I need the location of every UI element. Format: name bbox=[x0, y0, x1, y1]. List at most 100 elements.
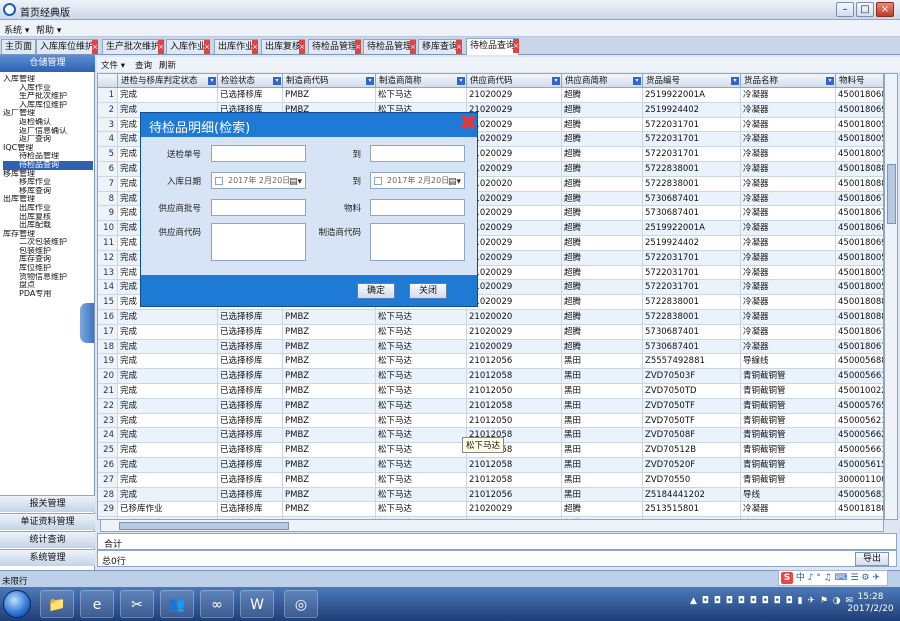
table-cell[interactable]: 4500180688 bbox=[836, 88, 883, 103]
close-icon[interactable]: × bbox=[355, 40, 362, 54]
table-cell[interactable]: 5730687401 bbox=[643, 339, 741, 355]
table-cell[interactable]: 冷凝器 bbox=[741, 191, 836, 207]
table-cell[interactable]: 21020029 bbox=[467, 132, 562, 148]
table-cell[interactable]: 已选择移库 bbox=[218, 428, 283, 444]
table-cell[interactable]: 21020029 bbox=[467, 102, 562, 118]
table-row[interactable]: 27 完成 已选择移库 PMBZ 松下马达 21012058 黑田 ZVD70550 青铜截铜管… bbox=[98, 472, 883, 488]
table-cell[interactable]: 21012056 bbox=[467, 487, 562, 503]
nav-item[interactable]: 返厂信息确认 bbox=[3, 127, 93, 136]
table-cell[interactable]: 黑田 bbox=[562, 428, 643, 444]
table-cell[interactable]: 冷凝器 bbox=[741, 176, 836, 192]
table-cell[interactable]: 青铜截铜管 bbox=[741, 458, 836, 473]
close-icon[interactable]: × bbox=[513, 39, 520, 53]
table-cell[interactable]: 21012058 bbox=[467, 369, 562, 384]
nav-item[interactable]: 库存查询 bbox=[3, 255, 93, 264]
table-row[interactable]: 21 完成 已选择移库 PMBZ 松下马达 21012050 黑田 ZVD7050TD 青铜截铜… bbox=[98, 384, 883, 399]
nav-item[interactable]: 盘点 bbox=[3, 281, 93, 290]
table-cell[interactable]: 冷凝器 bbox=[741, 310, 836, 325]
nav-item[interactable]: 返检确认 bbox=[3, 118, 93, 127]
nav-item[interactable]: 移库查询 bbox=[3, 187, 93, 196]
table-row[interactable]: 28 完成 已选择移库 PMBZ 松下马达 21012056 黑田 Z5184441202 导线… bbox=[98, 487, 883, 503]
table-cell[interactable]: 冷凝器 bbox=[741, 162, 836, 177]
table-cell[interactable]: 完成 bbox=[118, 88, 218, 103]
table-cell[interactable]: 21020029 bbox=[467, 502, 562, 518]
table-cell[interactable]: 松下马达 bbox=[376, 88, 467, 103]
table-cell[interactable]: 21020029 bbox=[467, 206, 562, 222]
filter-dropdown-icon[interactable]: ▾ bbox=[273, 77, 281, 85]
table-cell[interactable]: 黑田 bbox=[562, 398, 643, 414]
table-cell[interactable]: 2513515801 bbox=[643, 502, 741, 518]
table-cell[interactable]: 黑田 bbox=[562, 443, 643, 458]
table-cell[interactable]: 5722031701 bbox=[643, 265, 741, 281]
nav-item[interactable]: 待检品管理 bbox=[3, 152, 93, 161]
menu-help[interactable]: 帮助 ▾ bbox=[36, 23, 61, 36]
table-cell[interactable]: 4500056881 bbox=[836, 354, 883, 370]
column-header[interactable]: 货品名称 ▾ bbox=[741, 74, 836, 88]
table-cell[interactable]: 4500180884 bbox=[836, 162, 883, 177]
nav-item[interactable]: 出库配载 bbox=[3, 221, 93, 230]
table-cell[interactable]: 完成 bbox=[118, 458, 218, 473]
column-header[interactable]: 制造商简称 ▾ bbox=[376, 74, 467, 88]
nav-item[interactable]: 待检品查询 bbox=[3, 160, 93, 170]
table-cell[interactable]: 冷凝器 bbox=[741, 250, 836, 266]
table-cell[interactable]: 冷凝器 bbox=[741, 295, 836, 310]
nav-item[interactable]: 二次包装维护 bbox=[3, 238, 93, 247]
ie-icon[interactable]: e bbox=[80, 590, 114, 618]
table-cell[interactable]: 已选择移库 bbox=[218, 443, 283, 458]
table-cell[interactable]: PMBZ bbox=[283, 398, 376, 414]
table-cell[interactable]: 21020029 bbox=[467, 191, 562, 207]
refresh-button[interactable]: 刷新 bbox=[159, 59, 176, 71]
table-cell[interactable]: 冷凝器 bbox=[741, 324, 836, 340]
table-cell[interactable]: 松下马达 bbox=[376, 428, 467, 444]
tab-outbound-op[interactable]: 出库作业 × bbox=[214, 39, 259, 54]
table-cell[interactable]: 超腾 bbox=[562, 176, 643, 192]
table-cell[interactable]: 完成 bbox=[118, 443, 218, 458]
table-cell[interactable]: 4500180050 bbox=[836, 280, 883, 296]
close-icon[interactable]: × bbox=[204, 40, 211, 54]
table-cell[interactable]: 超腾 bbox=[562, 147, 643, 162]
table-cell[interactable]: Z5557492881 bbox=[643, 354, 741, 370]
table-cell[interactable]: 冷凝器 bbox=[741, 265, 836, 281]
inbound-date-to-picker[interactable]: 2017年 2月20日 ▤▾ bbox=[370, 172, 465, 189]
explorer-icon[interactable]: 📁 bbox=[40, 590, 74, 618]
table-cell[interactable]: 松下马达 bbox=[376, 354, 467, 370]
date-checkbox[interactable] bbox=[215, 177, 223, 185]
app-icon-infinity[interactable]: ∞ bbox=[200, 590, 234, 618]
table-cell[interactable]: 完成 bbox=[118, 472, 218, 488]
table-cell[interactable]: 5722838001 bbox=[643, 162, 741, 177]
table-cell[interactable]: 松下马达 bbox=[376, 310, 467, 325]
table-cell[interactable]: ZVD7050TF bbox=[643, 413, 741, 429]
nav-group[interactable]: 返厂管理 bbox=[3, 109, 93, 118]
table-cell[interactable]: 冷凝器 bbox=[741, 221, 836, 236]
inbound-date-from-picker[interactable]: 2017年 2月20日 ▤▾ bbox=[211, 172, 306, 189]
table-cell[interactable]: 已选择移库 bbox=[218, 413, 283, 429]
table-cell[interactable]: 冷凝器 bbox=[741, 280, 836, 296]
table-row[interactable]: 19 完成 已选择移库 PMBZ 松下马达 21012056 黑田 Z5557492881 导線… bbox=[98, 354, 883, 370]
close-icon[interactable]: × bbox=[299, 40, 306, 54]
table-cell[interactable]: 超腾 bbox=[562, 295, 643, 310]
table-cell[interactable]: 4500180673 bbox=[836, 340, 883, 355]
close-icon[interactable]: × bbox=[410, 40, 417, 54]
sidebar-header[interactable]: 仓储管理 bbox=[0, 55, 95, 72]
nav-group[interactable]: 入库管理 bbox=[3, 75, 93, 84]
table-cell[interactable]: 超腾 bbox=[562, 221, 643, 236]
file-menu[interactable]: 文件 ▾ bbox=[101, 59, 125, 71]
table-cell[interactable]: ZVD70520F bbox=[643, 458, 741, 473]
table-cell[interactable]: 松下马达 bbox=[376, 443, 467, 458]
table-cell[interactable]: 松下马达 bbox=[376, 369, 467, 384]
nav-group[interactable]: 出库管理 bbox=[3, 195, 93, 204]
table-cell[interactable]: 21012058 bbox=[467, 472, 562, 488]
tab-pending-query[interactable]: 待检品查询 × bbox=[466, 38, 520, 55]
ok-button[interactable]: 确定 bbox=[357, 283, 395, 299]
table-cell[interactable]: 21012050 bbox=[467, 413, 562, 429]
table-cell[interactable]: 4500180688 bbox=[836, 221, 883, 236]
column-header[interactable]: 检验状态 ▾ bbox=[218, 74, 283, 88]
table-cell[interactable]: 超腾 bbox=[562, 265, 643, 281]
nav-item[interactable]: 出库复核 bbox=[3, 213, 93, 222]
table-cell[interactable]: 21020029 bbox=[467, 117, 562, 133]
tab-transfer-query[interactable]: 移库查询 × bbox=[418, 39, 463, 54]
table-cell[interactable]: 21020020 bbox=[467, 310, 562, 325]
nav-item[interactable]: 出库作业 bbox=[3, 204, 93, 213]
inspection-no-from-input[interactable] bbox=[211, 145, 306, 162]
table-cell[interactable]: 4500056614 bbox=[836, 369, 883, 384]
